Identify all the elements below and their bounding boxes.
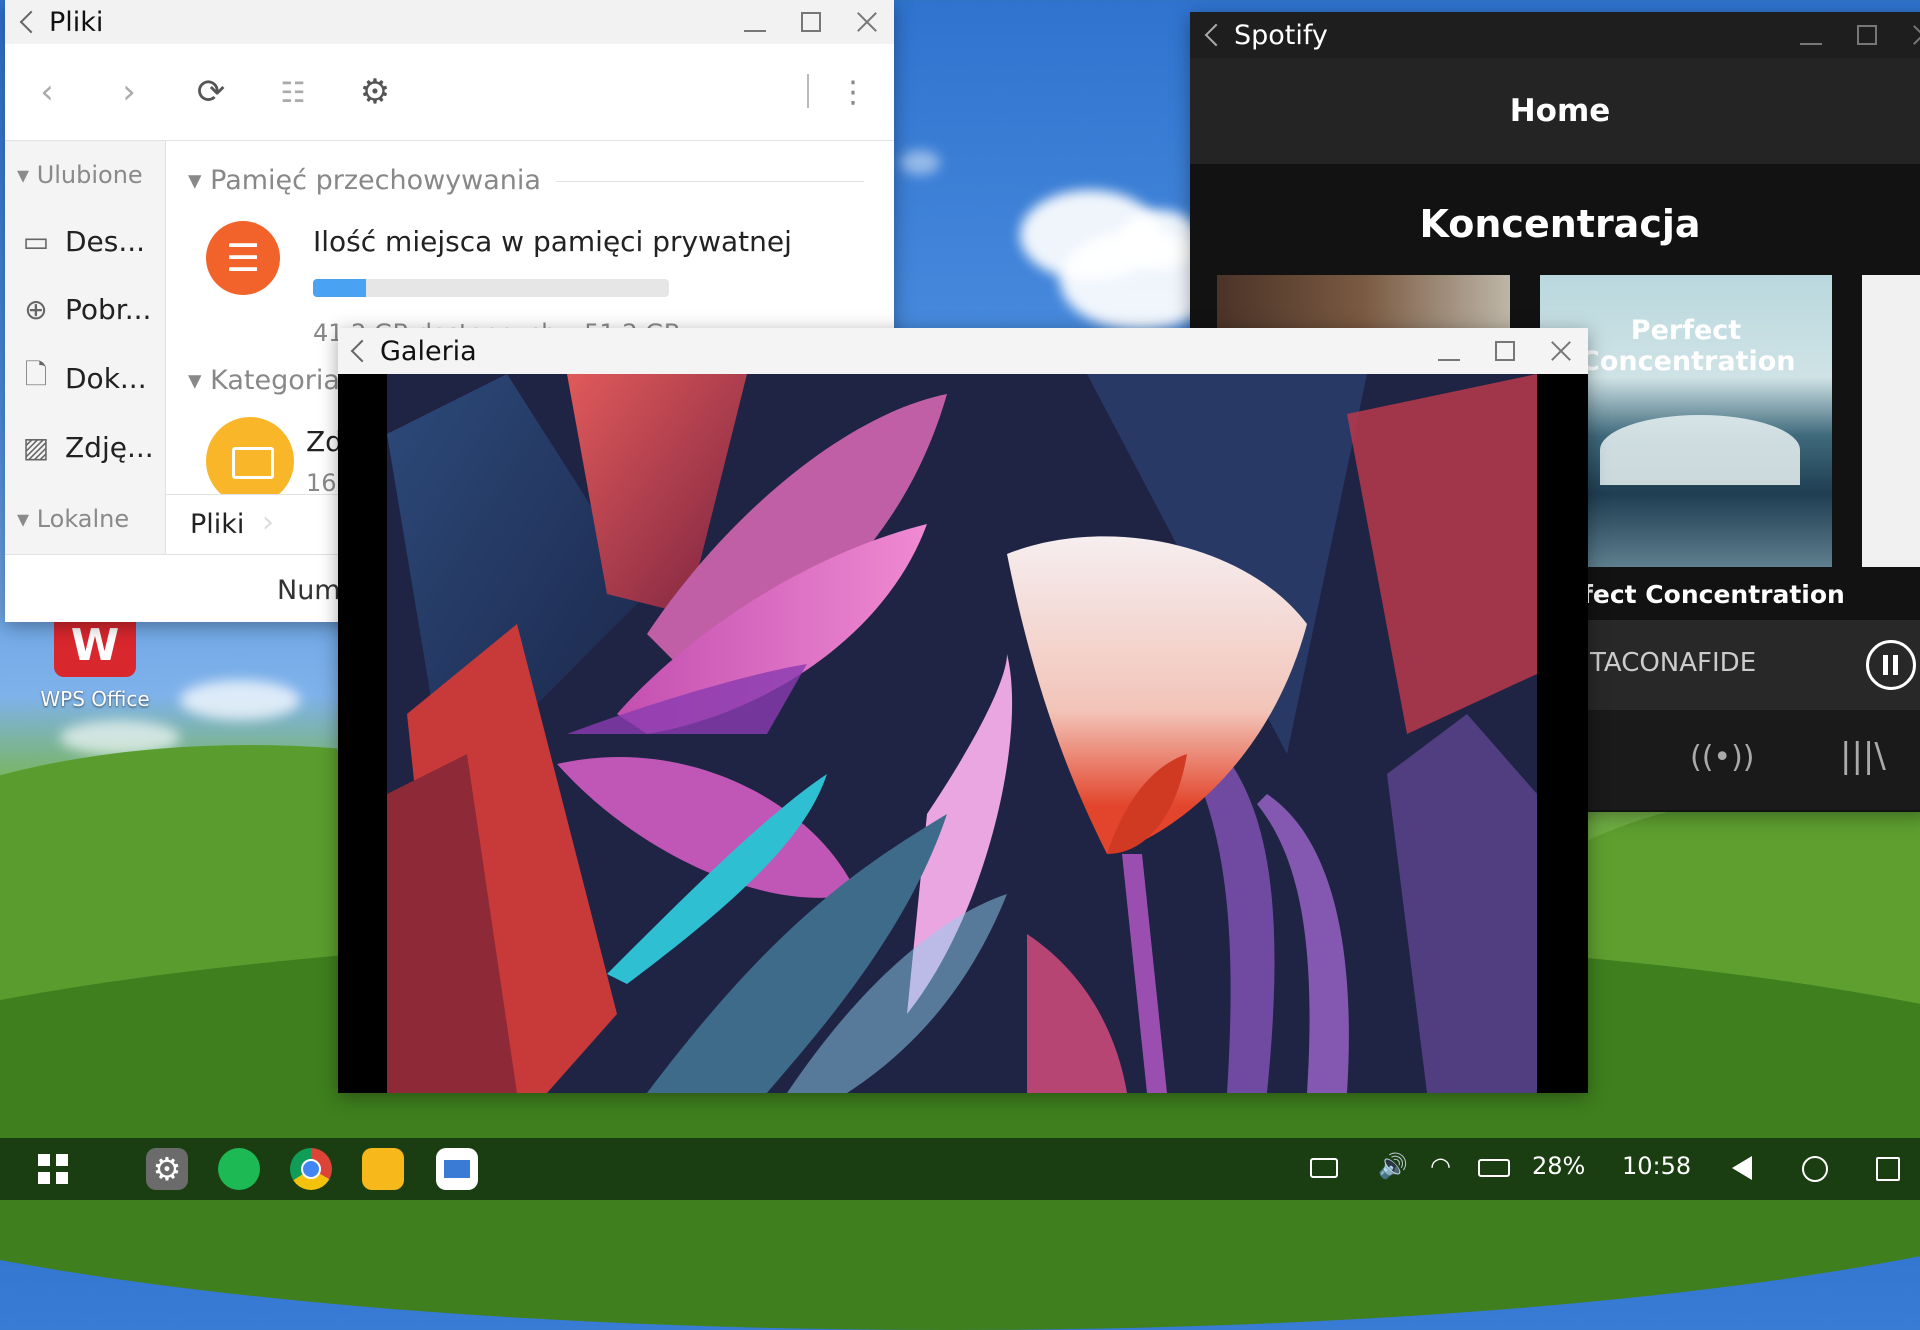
spotify-header: Home: [1190, 58, 1920, 164]
sidebar-section-local[interactable]: ▾ Lokalne: [17, 505, 129, 533]
more-options-icon[interactable]: ⋮: [833, 72, 873, 112]
keyboard-icon[interactable]: [1310, 1158, 1338, 1178]
chrome-app-icon[interactable]: [290, 1148, 332, 1190]
refresh-icon[interactable]: ⟳: [191, 72, 231, 112]
maximize-button[interactable]: [1492, 338, 1518, 364]
view-list-icon[interactable]: ☷: [273, 72, 313, 112]
desktop-icon: ▭: [22, 224, 50, 258]
settings-app-icon[interactable]: ⚙: [146, 1148, 188, 1190]
gallery-app-icon[interactable]: [436, 1148, 478, 1190]
sidebar-item-label: Zdję...: [65, 430, 154, 464]
library-icon[interactable]: |||\: [1840, 736, 1886, 776]
settings-gear-icon[interactable]: ⚙: [355, 72, 395, 112]
breadcrumb-separator-icon: ›: [262, 505, 274, 540]
pause-icon: [1883, 655, 1888, 675]
nav-home-icon[interactable]: [1802, 1156, 1828, 1182]
wifi-icon[interactable]: ◠: [1430, 1152, 1451, 1180]
clock[interactable]: 10:58: [1622, 1152, 1691, 1180]
radio-icon[interactable]: ((•)): [1690, 740, 1755, 775]
back-chevron-icon[interactable]: [350, 339, 374, 363]
sidebar-section-favorites[interactable]: ▾ Ulubione: [17, 161, 143, 189]
sidebar-item-label: Des...: [65, 224, 146, 258]
close-button[interactable]: [1548, 338, 1574, 364]
image-icon: ▨: [22, 430, 50, 464]
gallery-window-title: Galeria: [380, 335, 477, 367]
close-button[interactable]: [854, 9, 880, 35]
spotify-window-title: Spotify: [1234, 19, 1328, 51]
category-count: 16: [306, 469, 337, 497]
playlist-caption[interactable]: fect Concentration: [1582, 580, 1845, 609]
volume-icon[interactable]: 🔊: [1378, 1152, 1408, 1180]
gallery-image[interactable]: [387, 374, 1537, 1093]
sidebar-item-label: Dok...: [65, 361, 147, 395]
playlist-card-right[interactable]: [1862, 275, 1920, 567]
nav-recents-icon[interactable]: [1876, 1157, 1900, 1181]
nav-back-icon[interactable]: [1732, 1156, 1752, 1180]
document-icon: 🗋: [24, 358, 48, 391]
now-playing-artist: TACONAFIDE: [1590, 648, 1757, 678]
spotify-titlebar: Spotify: [1190, 12, 1920, 58]
files-app-icon[interactable]: [362, 1148, 404, 1190]
page-title: Home: [1509, 93, 1611, 129]
back-chevron-icon[interactable]: [19, 10, 43, 34]
files-toolbar: ‹ › ⟳ ☷ ⚙ ⋮: [5, 44, 894, 141]
gallery-titlebar: Galeria: [338, 328, 1588, 374]
sidebar-item-desktop[interactable]: ▭ Des...: [19, 221, 145, 261]
minimize-button[interactable]: [1436, 338, 1462, 364]
status-text: Num: [277, 575, 341, 606]
toolbar-divider: [807, 74, 809, 108]
storage-icon: [206, 221, 280, 295]
wps-office-label: WPS Office: [40, 687, 150, 711]
sidebar-item-pictures[interactable]: ▨ Zdję...: [19, 427, 154, 467]
wps-office-shortcut[interactable]: W WPS Office: [28, 615, 162, 711]
storage-section-title[interactable]: ▾ Pamięć przechowywania: [188, 165, 541, 196]
storage-progress-fill: [313, 279, 367, 297]
wave-shape: [1600, 415, 1800, 485]
nav-back-icon[interactable]: ‹: [27, 72, 67, 112]
spotify-app-icon[interactable]: [218, 1148, 260, 1190]
storage-progress-bar: [313, 279, 669, 297]
files-window-title: Pliki: [49, 6, 104, 38]
download-icon: ⊕: [24, 292, 48, 326]
files-titlebar: Pliki: [5, 0, 894, 44]
category-section-title[interactable]: ▾ Kategoria: [188, 365, 340, 396]
maximize-button[interactable]: [798, 9, 824, 35]
section-divider: [556, 181, 864, 182]
minimize-button[interactable]: [1798, 22, 1824, 48]
app-drawer-icon[interactable]: [38, 1154, 68, 1184]
battery-charging-icon[interactable]: [1478, 1159, 1510, 1177]
maximize-button[interactable]: [1854, 22, 1880, 48]
gallery-window: Galeria: [338, 328, 1588, 1093]
section-title: Koncentracja: [1419, 202, 1701, 246]
nav-forward-icon[interactable]: ›: [109, 72, 149, 112]
pause-button[interactable]: [1866, 640, 1916, 690]
wps-office-icon: W: [54, 615, 136, 677]
battery-percent: 28%: [1532, 1152, 1586, 1180]
minimize-button[interactable]: [742, 9, 768, 35]
files-sidebar: ▾ Ulubione ▭ Des... ⊕ Pobr... 🗋 Dok... ▨ Zdj…: [5, 141, 166, 554]
sidebar-item-label: Pobr...: [65, 292, 152, 326]
storage-label[interactable]: Ilość miejsca w pamięci prywatnej: [313, 225, 792, 258]
flower-artwork: [387, 374, 1537, 1093]
close-button[interactable]: [1910, 22, 1920, 48]
back-chevron-icon[interactable]: [1204, 23, 1228, 47]
sidebar-item-downloads[interactable]: ⊕ Pobr...: [19, 289, 151, 329]
taskbar: ⚙ 🔊 ◠ 28% 10:58: [0, 1138, 1920, 1200]
pictures-category-icon: [206, 417, 294, 505]
breadcrumb-root[interactable]: Pliki: [190, 509, 244, 540]
sidebar-item-documents[interactable]: 🗋 Dok...: [19, 358, 147, 398]
